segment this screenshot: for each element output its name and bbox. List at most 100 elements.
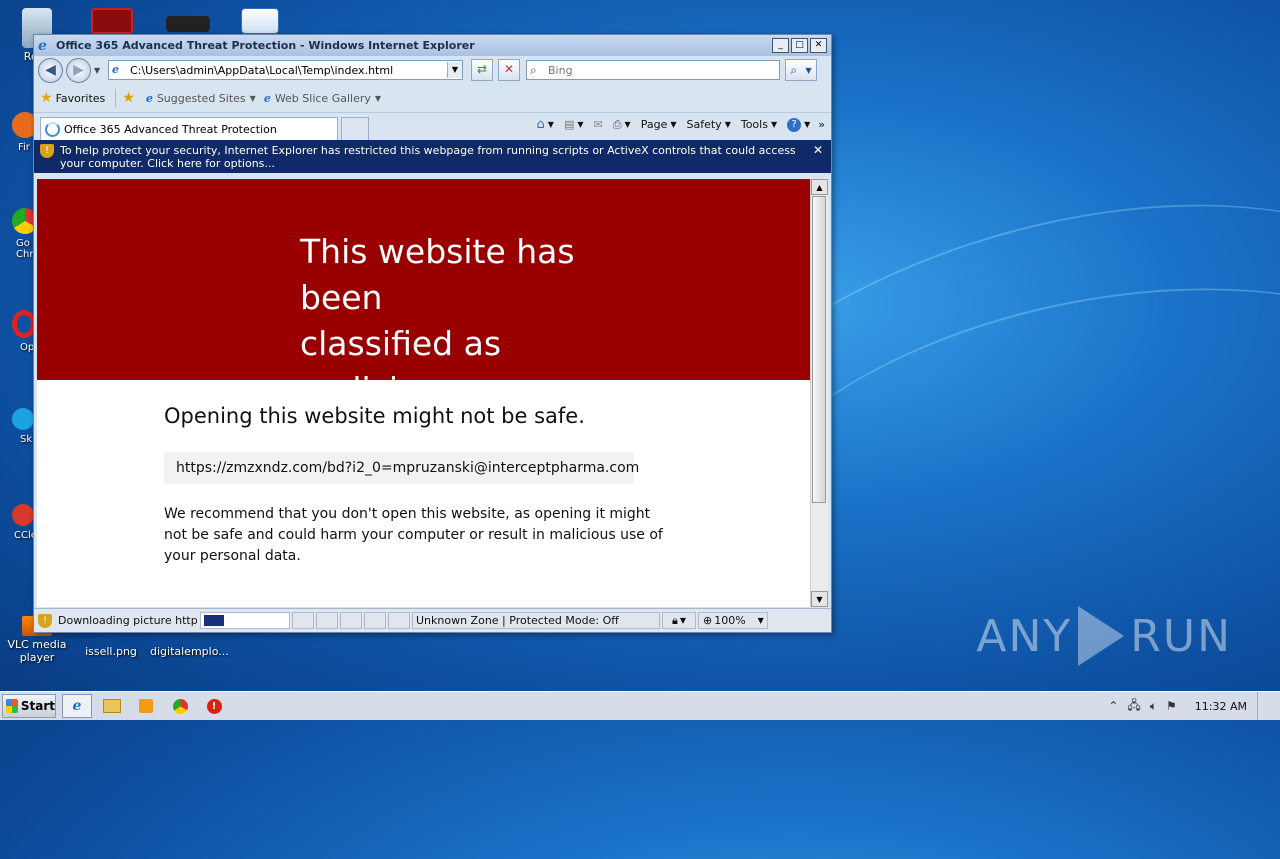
taskbar-chrome[interactable] [166, 695, 194, 717]
taskbar: Start e ! ⌃ 🖧︎ 🔈︎ ⚑ 11:32 AM [0, 691, 1280, 720]
scroll-up-button[interactable]: ▲ [811, 179, 828, 195]
start-label: Start [20, 699, 55, 713]
banner-heading: This website has been classified as mali… [300, 229, 660, 413]
safety-menu-label: Safety [686, 118, 722, 131]
ccleaner-label: CCle [14, 530, 34, 541]
opera-desktop-icon[interactable]: Op [0, 310, 34, 402]
acrobat-desktop-icon[interactable] [82, 8, 142, 36]
blocked-url: https://zmzxndz.com/bd?i2_0=mpruzanski@i… [164, 452, 639, 484]
mail-icon: ✉ [593, 118, 603, 131]
ie-window: e Office 365 Advanced Threat Protection … [33, 34, 832, 633]
start-button[interactable]: Start [2, 694, 56, 718]
ccleaner-desktop-icon[interactable]: CCle [0, 504, 34, 596]
show-desktop-button[interactable] [1257, 692, 1270, 720]
issell-label: issell.png [85, 645, 137, 658]
refresh-button[interactable]: ⇄ [471, 59, 493, 81]
tray-expand-icon[interactable]: ⌃ [1108, 699, 1118, 713]
zoom-button[interactable]: ⊕ 100% ▼ [698, 612, 768, 629]
maximize-button[interactable]: □ [791, 38, 808, 53]
minimize-button[interactable]: _ [772, 38, 789, 53]
lock-icon: 🔒︎ [671, 613, 678, 627]
search-options-icon[interactable]: ▼ [806, 66, 812, 75]
close-button[interactable]: ✕ [810, 38, 827, 53]
page-menu-label: Page [640, 118, 668, 131]
address-dropdown-icon[interactable]: ▼ [447, 62, 462, 78]
window-title: Office 365 Advanced Threat Protection - … [56, 39, 475, 52]
taskbar-ie[interactable]: e [62, 694, 92, 718]
desktop-side-icons: Fir Go Chr Op Sk CCle [0, 110, 34, 596]
malicious-banner: This website has been classified as mali… [37, 179, 810, 409]
protected-mode-button[interactable]: 🔒︎ ▼ [662, 612, 696, 629]
search-box[interactable]: ⌕ [526, 60, 780, 80]
chevron-down-icon: ▼ [374, 93, 382, 103]
stop-button[interactable]: ✕ [498, 59, 520, 81]
security-zone[interactable]: Unknown Zone | Protected Mode: Off [412, 612, 660, 629]
status-shield-icon: ! [38, 613, 52, 628]
clock[interactable]: 11:32 AM [1195, 700, 1247, 713]
print-button[interactable]: ⎙ ▼ [613, 118, 631, 132]
page-menu[interactable]: Page ▼ [641, 118, 677, 131]
tab-office365[interactable]: Office 365 Advanced Threat Protection [40, 117, 338, 140]
printer-icon: ⎙ [612, 117, 622, 131]
scroll-thumb[interactable] [812, 196, 826, 503]
history-dropdown-icon[interactable]: ▼ [94, 66, 104, 75]
progress-fill [204, 615, 224, 626]
more-commands-button[interactable]: » [818, 118, 825, 131]
feeds-icon: ▤ [563, 118, 575, 131]
search-icon: ⌕ [530, 62, 537, 77]
search-button[interactable]: ⌕ ▼ [785, 59, 817, 81]
scroll-down-button[interactable]: ▼ [811, 591, 828, 607]
add-favorites-icon[interactable]: ★ [122, 90, 135, 106]
ie-icon: e [72, 698, 82, 714]
firefox-desktop-icon[interactable]: Fir [0, 112, 34, 172]
taskbar-media-player[interactable] [132, 695, 160, 717]
digitalemplo-desktop-icon[interactable]: digitalemplo... [150, 630, 229, 658]
status-cell [316, 612, 338, 629]
taskbar-opera[interactable]: ! [200, 695, 228, 717]
mail-button[interactable]: ✉ [594, 118, 603, 131]
tools-menu[interactable]: Tools ▼ [741, 118, 777, 131]
tab-label: Office 365 Advanced Threat Protection [64, 122, 277, 136]
web-slice-gallery-link[interactable]: e Web Slice Gallery ▼ [264, 92, 381, 105]
search-input[interactable] [546, 62, 779, 78]
information-bar[interactable]: ! To help protect your security, Interne… [34, 140, 831, 173]
vertical-scrollbar[interactable]: ▲ ▼ [810, 179, 828, 607]
word-desktop-icon[interactable] [230, 8, 290, 36]
safety-menu[interactable]: Safety ▼ [687, 118, 731, 131]
system-tray: ⌃ 🖧︎ 🔈︎ ⚑ 11:32 AM [1099, 692, 1280, 720]
folder-icon [103, 699, 121, 713]
home-icon: ⌂ [536, 117, 545, 132]
favorites-button[interactable]: Favorites [56, 92, 106, 105]
chrome-desktop-icon[interactable]: Go Chr [0, 208, 34, 300]
firefox-label: Fir [18, 142, 30, 153]
title-bar[interactable]: e Office 365 Advanced Threat Protection … [34, 35, 831, 56]
feeds-button[interactable]: ▤ ▼ [564, 118, 584, 131]
loading-spinner-icon [45, 121, 60, 137]
close-info-bar-icon[interactable]: ✕ [813, 143, 823, 157]
recommendation-text: We recommend that you don't open this we… [164, 506, 663, 564]
favorites-star-icon: ★ [40, 90, 53, 106]
ie-page-icon: e [263, 91, 271, 105]
suggested-sites-link[interactable]: e Suggested Sites ▼ [146, 92, 256, 105]
status-cell [340, 612, 362, 629]
back-button[interactable]: ◀ [38, 57, 63, 83]
help-button[interactable]: ? ▼ [787, 117, 810, 132]
dark-file-desktop-icon[interactable] [158, 16, 218, 34]
stop-sign-icon: ! [206, 698, 222, 714]
address-input[interactable]: C:\Users\admin\AppData\Local\Temp\index.… [130, 64, 447, 77]
info-bar-message[interactable]: To help protect your security, Internet … [60, 144, 808, 170]
action-center-flag-icon[interactable]: ⚑ [1166, 699, 1177, 713]
volume-icon[interactable]: 🔈︎ [1150, 699, 1157, 714]
home-button[interactable]: ⌂ ▼ [537, 117, 554, 132]
status-text-label: Downloading picture https://n [58, 614, 198, 627]
issell-desktop-icon[interactable]: issell.png [76, 630, 146, 658]
address-bar[interactable]: e C:\Users\admin\AppData\Local\Temp\inde… [108, 60, 463, 80]
forward-button[interactable]: ▶ [66, 57, 91, 83]
taskbar-explorer[interactable] [98, 695, 126, 717]
new-tab-button[interactable] [341, 117, 369, 140]
network-icon[interactable]: 🖧︎ [1127, 696, 1140, 717]
chrome-label: Go Chr [16, 238, 34, 260]
play-triangle-icon [1078, 606, 1125, 666]
status-cell [292, 612, 314, 629]
skype-desktop-icon[interactable]: Sk [0, 408, 34, 500]
